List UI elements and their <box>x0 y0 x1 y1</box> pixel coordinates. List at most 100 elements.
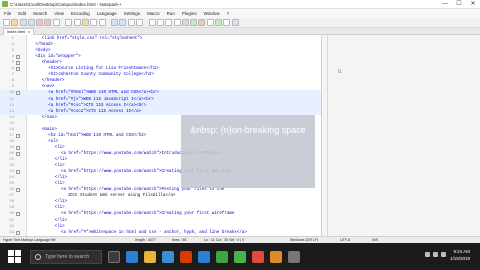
print-icon[interactable] <box>52 19 60 26</box>
redo-icon[interactable] <box>98 19 106 26</box>
windows-start-icon[interactable] <box>8 249 22 264</box>
close-file-icon[interactable] <box>36 19 44 26</box>
close-button[interactable]: ✕ <box>466 0 480 9</box>
menu-help[interactable]: ? <box>227 11 230 16</box>
undo-icon[interactable] <box>90 19 98 26</box>
status-length: length : 4077 <box>135 238 156 242</box>
toolbar <box>0 18 480 28</box>
replace-icon[interactable] <box>119 19 127 26</box>
status-lines: lines : 55 <box>172 238 187 242</box>
toolbar-separator <box>107 19 110 26</box>
empty-editor-area: II <box>321 35 480 236</box>
copy-icon[interactable] <box>73 19 81 26</box>
edge-browser-icon[interactable] <box>126 250 138 263</box>
fold-toggle-icon[interactable]: - <box>16 151 20 156</box>
taskbar-clock[interactable]: 9:24 AM 1/15/2019 <box>450 248 470 262</box>
battery-icon[interactable] <box>441 252 446 257</box>
toolbar-separator <box>61 19 64 26</box>
fold-toggle-icon[interactable]: - <box>16 67 20 72</box>
menu-settings[interactable]: Settings <box>124 11 140 16</box>
status-position: Ln : 11 Col : 30 Sel : 0 | 0 <box>204 238 245 242</box>
network-icon[interactable] <box>425 252 430 257</box>
menu-plugins[interactable]: Plugins <box>182 11 197 16</box>
fold-toggle-icon[interactable]: - <box>16 212 20 217</box>
status-eol: Windows (CR LF) <box>290 238 319 242</box>
menu-macro[interactable]: Macro <box>147 11 160 16</box>
filezilla-icon[interactable] <box>270 250 282 263</box>
menu-run[interactable]: Run <box>167 11 175 16</box>
system-tray <box>422 252 446 257</box>
right-pane-text: II <box>338 70 342 75</box>
new-file-icon[interactable] <box>3 19 10 26</box>
sync-scroll-icon[interactable] <box>148 19 156 26</box>
cut-icon[interactable] <box>65 19 73 26</box>
volume-icon[interactable] <box>433 252 438 257</box>
record-macro-icon[interactable] <box>198 19 206 26</box>
tab-index-html[interactable]: index.html x <box>3 28 35 35</box>
window-title: C:\Users\Cool\Desktop\Campus\index.html … <box>10 1 122 7</box>
paste-icon[interactable] <box>81 19 89 26</box>
menu-view[interactable]: View <box>54 11 64 16</box>
notepadpp-icon <box>2 1 8 7</box>
menu-encoding[interactable]: Encoding <box>71 11 90 16</box>
fold-toggle-icon[interactable]: - <box>16 188 20 193</box>
menu-language[interactable]: Language <box>97 11 117 16</box>
fold-toggle-icon[interactable]: - <box>16 145 20 150</box>
maximize-button[interactable]: ☐ <box>452 0 466 9</box>
app-window: C:\Users\Cool\Desktop\Campus\index.html … <box>0 0 480 270</box>
minimize-button[interactable]: — <box>438 0 452 9</box>
status-insert-mode: INS <box>372 238 378 242</box>
play-macro-icon[interactable] <box>215 19 223 26</box>
recorder-icon[interactable] <box>252 250 264 263</box>
show-all-chars-icon[interactable] <box>165 19 173 26</box>
caption-overlay: &nbsp; (n)on-breaking space <box>181 115 315 188</box>
save-macro-icon[interactable] <box>231 19 239 26</box>
task-view-icon[interactable] <box>108 250 120 263</box>
edge-line <box>327 35 328 236</box>
windows-taskbar: Type here to search 9:24 AM 1/15/2019 <box>0 243 480 270</box>
menu-file[interactable]: File <box>4 11 11 16</box>
indent-guide-icon[interactable] <box>173 19 181 26</box>
taskbar-search-input[interactable]: Type here to search <box>30 249 102 264</box>
run-macro-icon[interactable] <box>223 19 231 26</box>
line-number: 33 <box>9 230 14 235</box>
store-icon[interactable] <box>162 250 174 263</box>
mail-icon[interactable] <box>198 250 210 263</box>
find-icon[interactable] <box>111 19 119 26</box>
office-icon[interactable] <box>180 250 192 263</box>
menu-edit[interactable]: Edit <box>18 11 26 16</box>
save-icon[interactable] <box>19 19 27 26</box>
close-all-icon[interactable] <box>44 19 52 26</box>
save-all-icon[interactable] <box>27 19 35 26</box>
fold-toggle-icon[interactable]: - <box>16 170 20 175</box>
status-encoding: UTF-8 <box>340 238 351 242</box>
clock-time: 9:24 AM <box>453 249 470 254</box>
tab-bar: index.html x <box>0 28 480 35</box>
function-list-icon[interactable] <box>190 19 198 26</box>
menu-bar: File Edit Search View Encoding Language … <box>0 9 480 18</box>
notepadpp-taskbar-icon[interactable] <box>234 250 246 263</box>
word-wrap-icon[interactable] <box>156 19 164 26</box>
fold-toggle-icon[interactable]: - <box>16 91 20 96</box>
settings-icon[interactable] <box>288 250 300 263</box>
line-code: <a href="#">Whitespace in html and css -… <box>61 230 247 235</box>
code-line[interactable]: 33- <a href="#">Whitespace in html and cs… <box>0 230 321 236</box>
fold-toggle-icon[interactable]: - <box>16 61 20 66</box>
fold-toggle-icon[interactable]: - <box>16 133 20 138</box>
status-bar: Hyper Text Markup Language file length :… <box>0 236 480 243</box>
fold-toggle-icon[interactable]: - <box>16 230 20 235</box>
stop-macro-icon[interactable] <box>206 19 214 26</box>
app-icon[interactable] <box>216 250 228 263</box>
zoom-out-icon[interactable] <box>136 19 144 26</box>
file-explorer-icon[interactable] <box>144 250 156 263</box>
open-file-icon[interactable] <box>11 19 19 26</box>
toolbar-separator <box>144 19 147 26</box>
zoom-in-icon[interactable] <box>127 19 135 26</box>
fold-toggle-icon[interactable]: - <box>16 55 20 60</box>
menu-window[interactable]: Window <box>204 11 220 16</box>
title-bar: C:\Users\Cool\Desktop\Campus\index.html … <box>0 0 480 9</box>
menu-search[interactable]: Search <box>33 11 47 16</box>
clock-date: 1/15/2019 <box>449 256 470 261</box>
status-file-type: Hyper Text Markup Language file <box>3 238 56 242</box>
doc-map-icon[interactable] <box>181 19 189 26</box>
